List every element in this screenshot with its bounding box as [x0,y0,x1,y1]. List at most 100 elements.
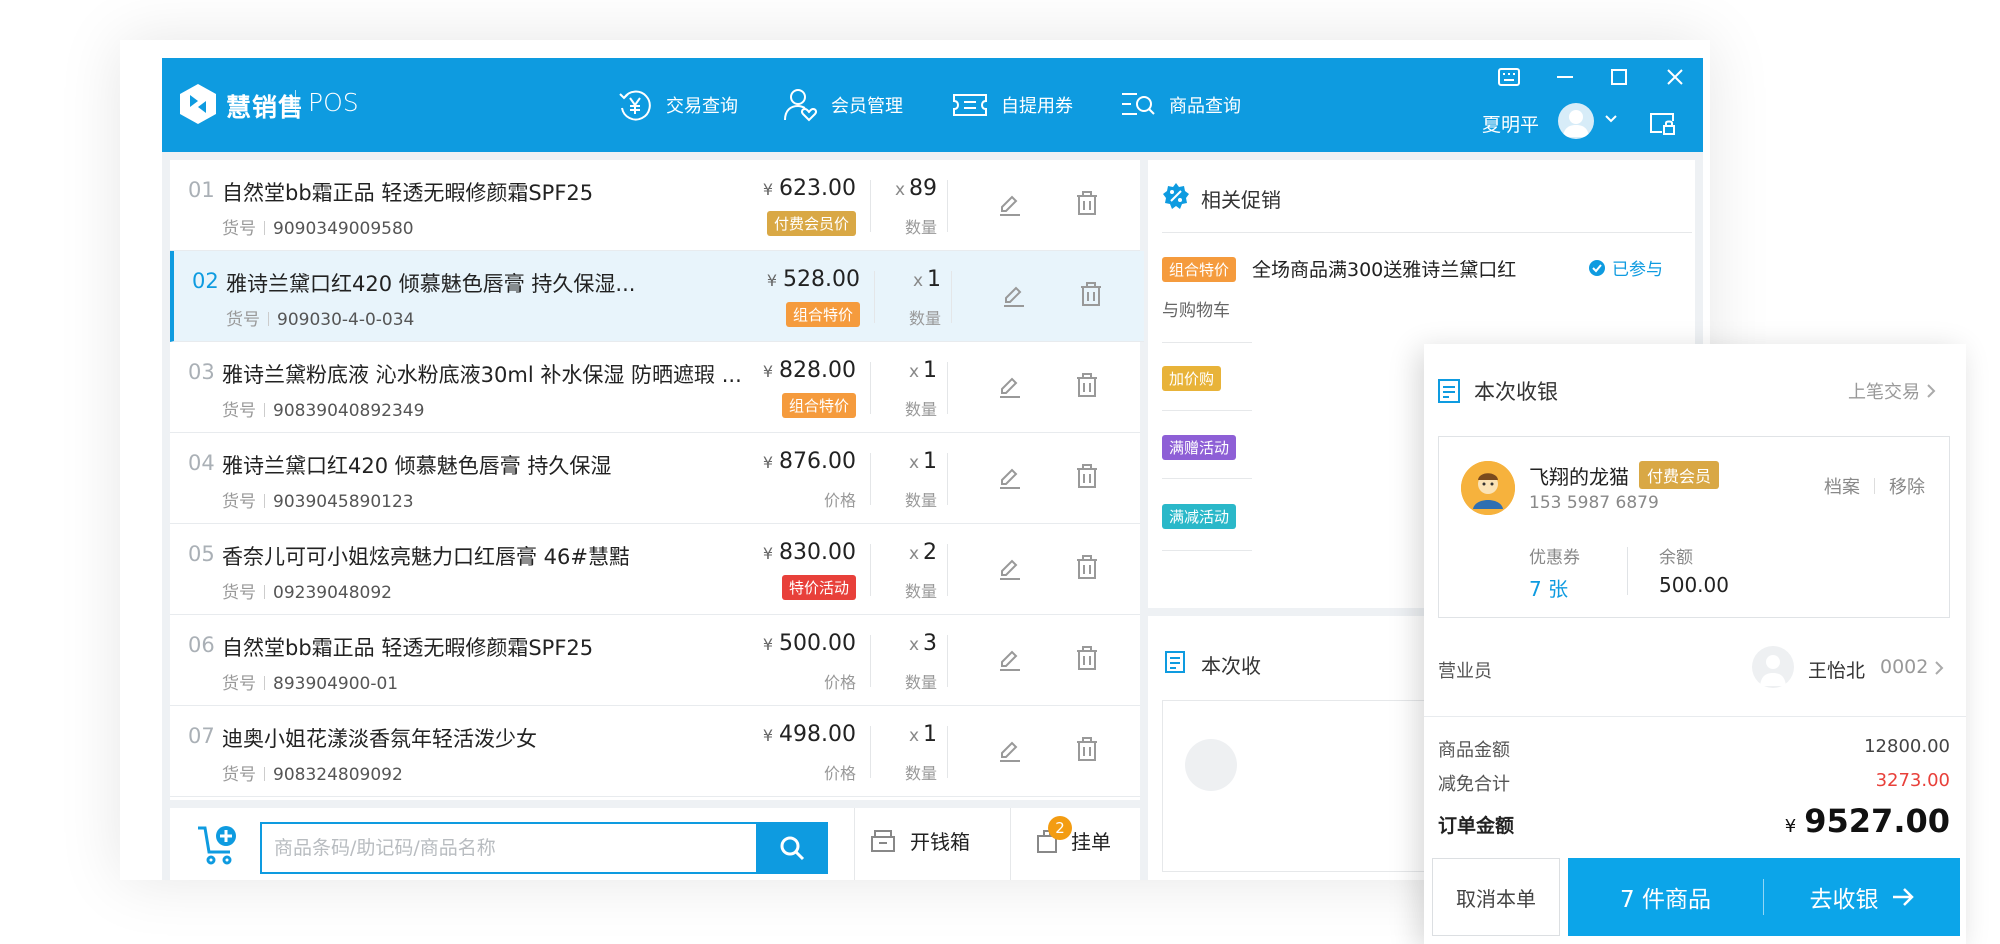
clerk-avatar[interactable] [1752,646,1794,688]
sku-label: 货号 [222,219,256,239]
item-index: 03 [188,360,215,384]
brand-name: 慧销售 [226,93,305,122]
currency-symbol: ¥ [762,180,774,199]
edit-item-button[interactable] [997,645,1023,675]
edit-item-button[interactable] [997,736,1023,766]
item-name: 雅诗兰黛粉底液 沁水粉底液30ml 补水保湿 防晒遮瑕 ... [222,363,742,387]
item-price: ¥500.00 [763,631,856,656]
cart-item-row[interactable]: 06 自然堂bb霜正品 轻透无暇修颜霜SPF25 货号 893904900-01 ¥50… [170,615,1140,706]
chevron-right-icon[interactable] [1934,660,1944,676]
cart-item-row[interactable]: 02 雅诗兰黛口红420 倾慕魅色唇膏 持久保湿... 货号 909030-4-0-0… [170,251,1144,342]
delete-item-button[interactable] [1075,554,1099,584]
divider [870,453,871,505]
member-remove-link[interactable]: 移除 [1889,473,1925,499]
edit-item-button[interactable] [997,190,1023,220]
item-name: 迪奥小姐花漾淡香氛年轻活泼少女 [222,727,537,751]
nav-transaction-query[interactable]: 交易查询 [616,84,738,126]
edit-item-button[interactable] [997,554,1023,584]
close-button[interactable] [1658,64,1692,90]
price-value: 830.00 [779,540,856,565]
search-button[interactable] [756,822,828,874]
delete-item-button[interactable] [1075,645,1099,675]
price-label: 价格 [823,491,856,510]
last-transaction-label: 上笔交易 [1848,382,1920,403]
item-sku: 货号 90839040892349 [222,396,424,421]
sku-value: 9090349009580 [273,219,414,239]
delete-item-button[interactable] [1075,736,1099,766]
item-name: 雅诗兰黛口红420 倾慕魅色唇膏 持久保湿 [222,454,612,478]
nav-product-query[interactable]: 商品查询 [1119,84,1241,126]
discount-label: 减免合计 [1438,774,1510,795]
maximize-button[interactable] [1602,64,1636,90]
promo-joined-status[interactable]: 已参与 [1588,255,1663,280]
cart-item-row[interactable]: 03 雅诗兰黛粉底液 沁水粉底液30ml 补水保湿 防晒遮瑕 ... 货号 90839… [170,342,1140,433]
divider [264,676,265,690]
chevron-right-icon [1927,384,1936,398]
edit-item-button[interactable] [997,372,1023,402]
delete-item-button[interactable] [1075,463,1099,493]
edit-item-button[interactable] [997,463,1023,493]
member-phone: 153 5987 6879 [1529,493,1659,513]
divider [264,494,265,508]
title-bar: 慧销售 POS 交易查询 会员管理 自提用券 商品查询 夏明平 [162,58,1703,152]
item-sku: 货号 909030-4-0-034 [226,305,414,330]
go-checkout: 去收银 [1764,880,1960,914]
last-transaction-link[interactable]: 上笔交易 [1848,378,1936,404]
qty-prefix: x [908,726,919,746]
discount-value: 3273.00 [1875,770,1950,791]
close-icon [1667,69,1683,85]
delete-item-button[interactable] [1079,281,1103,311]
qty-label: 数量 [904,764,937,783]
edit-icon [1000,377,1020,398]
user-avatar[interactable] [1558,103,1594,139]
price-label: 价格 [823,764,856,783]
nav-member-management[interactable]: 会员管理 [781,84,903,126]
divider [947,726,948,778]
qty-value: 1 [923,358,937,383]
member-file-link[interactable]: 档案 [1824,473,1860,499]
item-name: 香奈儿可可小姐炫亮魅力口红唇膏 46#慧黠 [222,545,630,569]
cart-item-row[interactable]: 01 自然堂bb霜正品 轻透无暇修颜霜SPF25 货号 9090349009580 ¥6… [170,160,1140,251]
cancel-order-button[interactable]: 取消本单 [1432,858,1560,936]
item-quantity: x1 [909,722,937,747]
minimize-button[interactable] [1548,64,1582,90]
add-to-cart-icon[interactable] [196,822,242,866]
hold-order-button[interactable]: 挂单 [1035,826,1111,855]
currency-symbol: ¥ [762,453,774,472]
cart-item-row[interactable]: 05 香奈儿可可小姐炫亮魅力口红唇膏 46#慧黠 货号 09239048092 ¥830… [170,524,1140,615]
item-count: 7 件商品 [1620,887,1711,913]
user-name[interactable]: 夏明平 [1482,110,1539,137]
clerk-name[interactable]: 王怡北 [1808,656,1865,683]
edit-item-button[interactable] [1001,281,1027,311]
divider [1424,716,1966,717]
drawer-label: 开钱箱 [910,830,970,854]
cart-item-row[interactable]: 04 雅诗兰黛口红420 倾慕魅色唇膏 持久保湿 货号 9039045890123 ¥8… [170,433,1140,524]
item-price: ¥623.00 [763,176,856,201]
search-input[interactable] [262,824,786,872]
divider [874,271,875,323]
order-total-amount: ¥9527.00 [1785,802,1950,840]
cart-item-row[interactable]: 07 迪奥小姐花漾淡香氛年轻活泼少女 货号 908324809092 ¥498.00 价格… [170,706,1140,797]
qty-value: 1 [927,267,941,292]
item-quantity: x1 [909,449,937,474]
trash-icon [1077,737,1097,761]
avatar [1185,739,1237,791]
checkout-button[interactable]: 7 件商品 去收银 [1568,858,1960,936]
delete-item-button[interactable] [1075,372,1099,402]
brand-divider [295,90,296,116]
nav-self-pickup-coupon[interactable]: 自提用券 [951,84,1073,126]
chevron-down-icon[interactable] [1604,114,1618,124]
screen-lock-icon[interactable] [1648,110,1676,136]
qty-prefix: x [908,544,919,564]
coupon-ticket-icon [953,94,987,116]
keyboard-button[interactable] [1492,64,1526,90]
open-cash-drawer-button[interactable]: 开钱箱 [870,826,970,855]
item-quantity: x1 [913,267,941,292]
qty-label: 数量 [904,218,937,237]
nav-label: 自提用券 [1001,96,1073,117]
clerk-id: 0002 [1880,656,1929,678]
delete-item-button[interactable] [1075,190,1099,220]
item-quantity: x2 [909,540,937,565]
coupon-count[interactable]: 7 张 [1529,573,1568,602]
item-sku: 货号 9090349009580 [222,214,414,239]
